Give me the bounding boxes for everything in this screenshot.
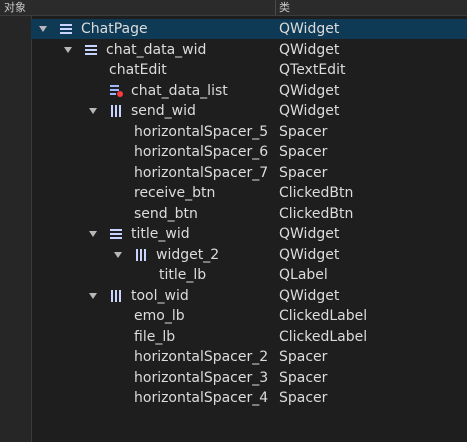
expand-arrow-icon[interactable]: [89, 292, 97, 299]
tree-row[interactable]: horizontalSpacer_5 Spacer: [31, 122, 467, 142]
class-name: Spacer: [279, 123, 328, 140]
class-name: QWidget: [279, 41, 340, 58]
object-name: horizontalSpacer_4: [134, 390, 269, 406]
expand-arrow-icon[interactable]: [89, 108, 97, 114]
object-name: title_lb: [159, 267, 207, 283]
class-name: QWidget: [279, 103, 340, 119]
column-header-object[interactable]: 对象: [4, 0, 26, 15]
horizontal-layout-icon: [110, 289, 122, 302]
class-name: ClickedLabel: [279, 328, 368, 345]
tree-row[interactable]: receive_btn ClickedBtn: [31, 183, 467, 203]
tree-row[interactable]: chat_data_wid QWidget: [31, 40, 467, 60]
object-name: chat_data_wid: [106, 41, 207, 58]
tree-row[interactable]: chat_data_list QWidget: [31, 81, 467, 101]
tree-row[interactable]: horizontalSpacer_6 Spacer: [31, 142, 467, 162]
class-name: Spacer: [279, 349, 328, 365]
expand-arrow-icon[interactable]: [114, 251, 122, 258]
vertical-layout-icon: [85, 44, 97, 56]
list-widget-icon: [109, 84, 123, 98]
object-name: chat_data_list: [131, 82, 228, 99]
class-name: QWidget: [279, 82, 340, 99]
class-name: QWidget: [279, 246, 340, 263]
tree-row[interactable]: ChatPage QWidget: [31, 19, 467, 39]
vertical-layout-icon: [110, 228, 122, 240]
class-name: QLabel: [279, 267, 328, 283]
object-name: widget_2: [156, 246, 220, 263]
column-divider[interactable]: [275, 0, 276, 15]
class-name: QWidget: [279, 226, 340, 242]
tree-header: 对象 类: [0, 0, 467, 16]
tree-row[interactable]: title_wid QWidget: [31, 224, 467, 244]
tree-row[interactable]: title_lb QLabel: [31, 265, 467, 285]
object-name: title_wid: [131, 226, 190, 242]
object-name: chatEdit: [109, 62, 167, 78]
expand-arrow-icon[interactable]: [64, 46, 72, 53]
expand-arrow-icon[interactable]: [39, 26, 47, 32]
object-name: receive_btn: [134, 185, 216, 201]
class-name: Spacer: [279, 390, 328, 406]
tree-row[interactable]: tool_wid QWidget: [31, 286, 467, 306]
vertical-layout-icon: [60, 23, 72, 35]
object-name: send_wid: [131, 103, 196, 119]
object-name: horizontalSpacer_2: [134, 349, 269, 365]
horizontal-layout-icon: [135, 248, 147, 261]
column-header-class[interactable]: 类: [279, 0, 290, 15]
object-name: file_lb: [134, 328, 176, 345]
class-name: ClickedLabel: [279, 308, 368, 324]
class-name: Spacer: [279, 144, 328, 160]
expand-arrow-icon[interactable]: [89, 231, 97, 237]
object-name: tool_wid: [131, 287, 189, 304]
object-name: horizontalSpacer_5: [134, 123, 269, 140]
class-name: QTextEdit: [279, 62, 346, 78]
class-name: Spacer: [279, 369, 328, 386]
tree-row[interactable]: horizontalSpacer_4 Spacer: [31, 388, 467, 408]
tree-row[interactable]: chatEdit QTextEdit: [31, 60, 467, 80]
class-name: QWidget: [279, 21, 340, 37]
object-name: emo_lb: [134, 308, 185, 324]
class-name: ClickedBtn: [279, 185, 354, 201]
object-name: send_btn: [134, 205, 198, 222]
tree-row[interactable]: send_btn ClickedBtn: [31, 204, 467, 224]
object-name: horizontalSpacer_6: [134, 144, 269, 160]
class-name: Spacer: [279, 164, 328, 181]
tree-row[interactable]: file_lb ClickedLabel: [31, 327, 467, 347]
left-gutter: [0, 16, 32, 442]
object-tree[interactable]: ChatPage QWidget chat_data_wid QWidget chatE…: [31, 16, 467, 442]
object-name: ChatPage: [81, 21, 148, 37]
object-name: horizontalSpacer_7: [134, 164, 269, 181]
horizontal-layout-icon: [110, 105, 122, 117]
class-name: ClickedBtn: [279, 205, 354, 222]
tree-row[interactable]: send_wid QWidget: [31, 101, 467, 121]
tree-row[interactable]: horizontalSpacer_2 Spacer: [31, 347, 467, 367]
tree-row[interactable]: horizontalSpacer_7 Spacer: [31, 163, 467, 183]
tree-row[interactable]: widget_2 QWidget: [31, 245, 467, 265]
tree-row[interactable]: emo_lb ClickedLabel: [31, 306, 467, 326]
class-name: QWidget: [279, 287, 340, 304]
object-name: horizontalSpacer_3: [134, 369, 269, 386]
tree-row[interactable]: horizontalSpacer_3 Spacer: [31, 368, 467, 388]
